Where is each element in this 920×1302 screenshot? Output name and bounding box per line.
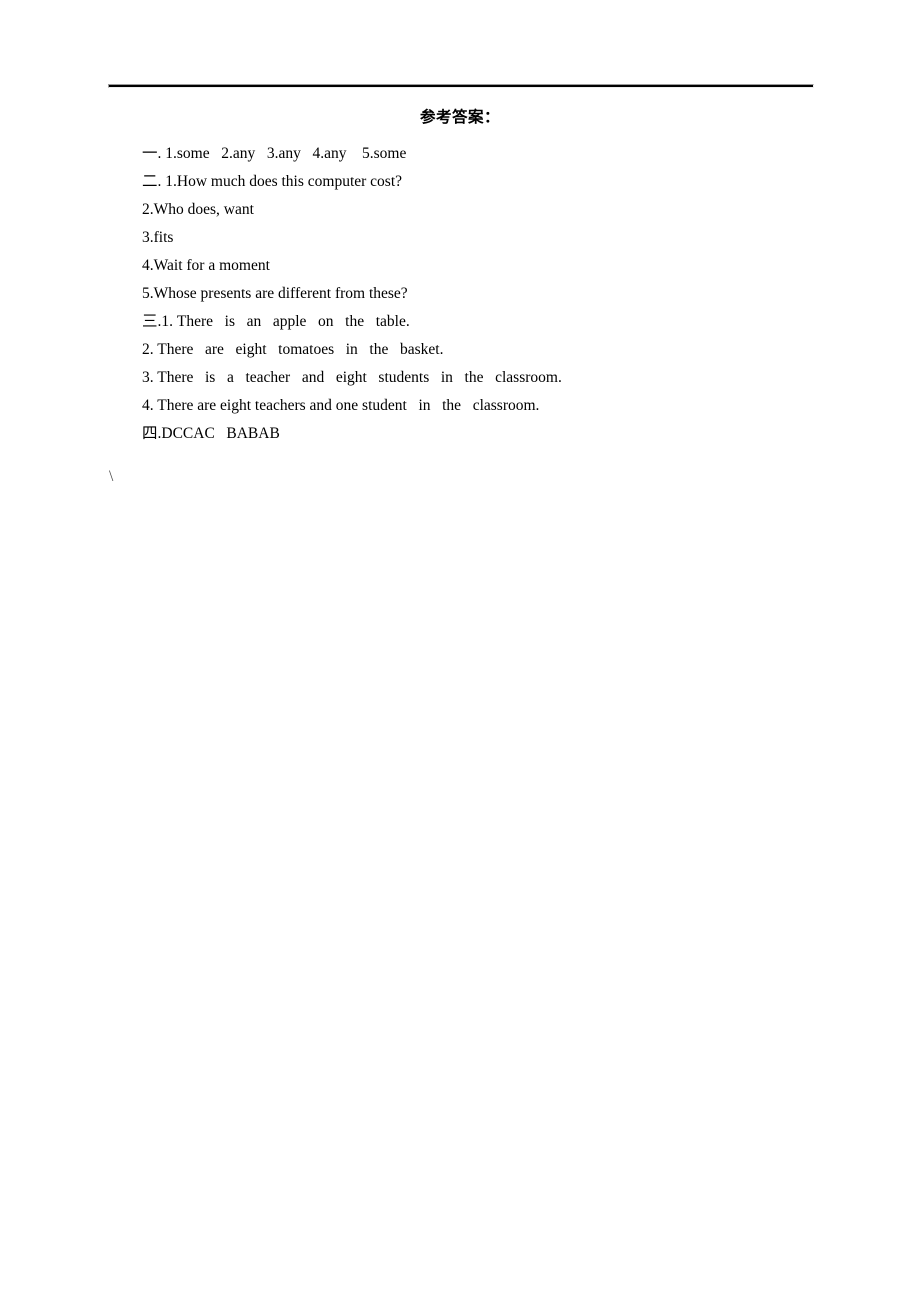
answer-line-section-3-4: 4. There are eight teachers and one stud…	[142, 397, 540, 414]
answer-line-section-1-1: 一. 1.some 2.any 3.any 4.any 5.some	[142, 145, 407, 162]
answer-line-section-2-2: 2.Who does, want	[142, 201, 254, 218]
header-divider-rule	[108, 84, 814, 88]
answer-line-section-2-4: 4.Wait for a moment	[142, 257, 270, 274]
page-title: 参考答案：	[419, 109, 500, 126]
answer-line-section-3-3: 3. There is a teacher and eight students…	[142, 369, 562, 386]
stray-backslash-mark: \	[109, 468, 114, 485]
answer-line-section-4-1: 四.DCCAC BABAB	[142, 425, 280, 442]
answers-list: 一. 1.some 2.any 3.any 4.any 5.some 二. 1.…	[0, 140, 920, 448]
answer-line-section-2-1: 二. 1.How much does this computer cost?	[142, 173, 403, 190]
answer-line-section-2-5: 5.Whose presents are different from thes…	[142, 285, 408, 302]
answer-key-page: 参考答案： 一. 1.some 2.any 3.any 4.any 5.some…	[0, 0, 920, 1302]
answer-line-section-3-1: 三.1. There is an apple on the table.	[142, 313, 410, 330]
answer-line-section-3-2: 2. There are eight tomatoes in the baske…	[142, 341, 444, 358]
answer-line-section-2-3: 3.fits	[142, 229, 174, 246]
